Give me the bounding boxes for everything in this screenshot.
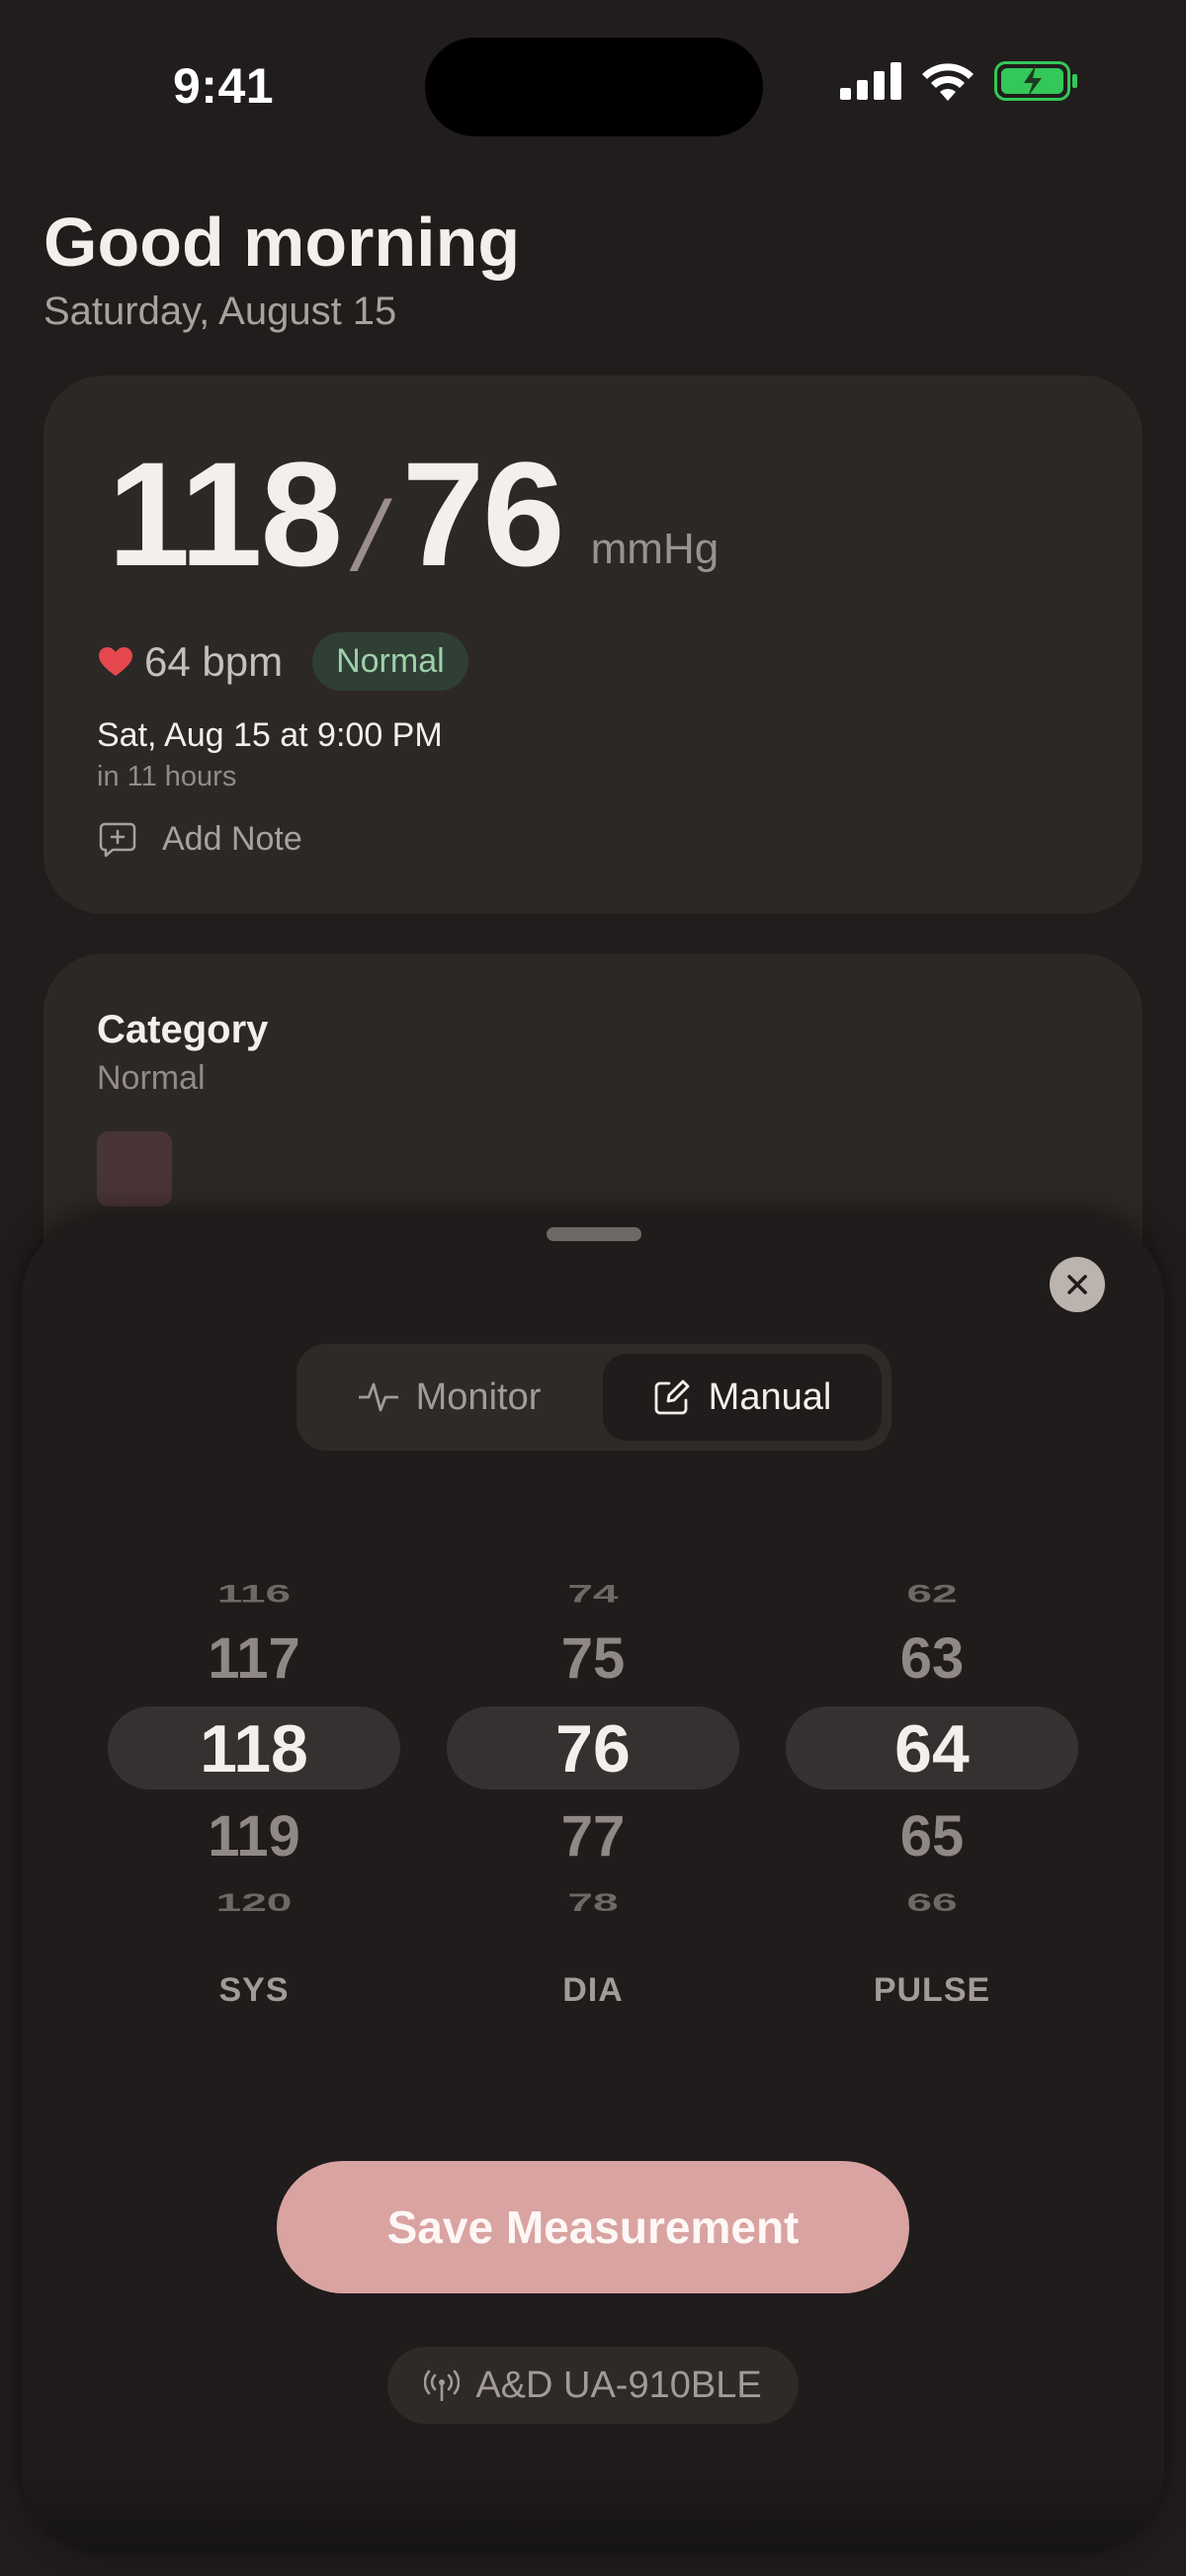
pulse-row: 64 bpm Normal	[99, 632, 468, 691]
dia-label: DIA	[562, 1971, 624, 2009]
status-badge: Normal	[312, 632, 468, 691]
add-note-button[interactable]: Add Note	[99, 820, 302, 859]
picker-value[interactable]: 117	[108, 1630, 400, 1688]
pulse-picker[interactable]: 62 63 64 65 66	[786, 1581, 1078, 1917]
device-pill[interactable]: A&D UA-910BLE	[387, 2347, 799, 2424]
category-value: Normal	[97, 1059, 206, 1097]
picker-selected-value[interactable]: 64	[786, 1715, 1078, 1783]
add-measurement-sheet: Monitor Manual 116 117 118 119 120 SYS 7…	[22, 1215, 1164, 2554]
sys-label: SYS	[218, 1971, 290, 2009]
picker-value[interactable]: 75	[447, 1630, 739, 1688]
tab-monitor[interactable]: Monitor	[306, 1354, 593, 1441]
status-icons	[840, 61, 1079, 101]
antenna-icon	[424, 2369, 461, 2401]
picker-selected-value[interactable]: 76	[447, 1715, 739, 1783]
sheet-grabber[interactable]	[547, 1227, 641, 1241]
mode-segmented-control: Monitor Manual	[296, 1344, 891, 1451]
picker-value[interactable]: 63	[786, 1630, 1078, 1688]
pulse-label: PULSE	[873, 1971, 991, 2009]
systolic-picker[interactable]: 116 117 118 119 120	[108, 1581, 400, 1917]
picker-value[interactable]: 66	[786, 1890, 1078, 1915]
picker-value[interactable]: 77	[447, 1808, 739, 1866]
picker-value[interactable]: 120	[108, 1890, 400, 1915]
heart-icon	[99, 646, 132, 676]
pulse-value: 64 bpm	[144, 637, 284, 685]
edit-icon	[654, 1379, 690, 1415]
latest-reading-card[interactable]: 118 / 76 mmHg 64 bpm Normal Sat, Aug 15 …	[43, 375, 1143, 914]
pressure-unit: mmHg	[590, 525, 720, 573]
greeting-title: Good morning	[43, 204, 521, 281]
add-note-icon	[99, 822, 136, 857]
dynamic-island	[425, 38, 763, 136]
device-name: A&D UA-910BLE	[475, 2364, 762, 2406]
picker-value[interactable]: 78	[447, 1890, 739, 1915]
category-title: Category	[97, 1008, 269, 1051]
tab-manual[interactable]: Manual	[603, 1354, 882, 1441]
picker-selected-value[interactable]: 118	[108, 1715, 400, 1783]
battery-charging-icon	[994, 61, 1077, 101]
reading-datetime: Sat, Aug 15 at 9:00 PM	[97, 716, 443, 754]
reading-slash: /	[345, 481, 396, 592]
picker-value[interactable]: 65	[786, 1808, 1078, 1866]
reading-relative-time: in 11 hours	[97, 761, 237, 792]
bp-reading: 118 / 76 mmHg	[108, 431, 720, 597]
picker-value[interactable]: 62	[786, 1581, 1078, 1606]
close-icon	[1067, 1275, 1087, 1294]
picker-value[interactable]: 74	[447, 1581, 739, 1606]
systolic-value: 118	[108, 431, 343, 597]
picker-value[interactable]: 116	[108, 1581, 400, 1606]
picker-value[interactable]: 119	[108, 1808, 400, 1866]
save-measurement-button[interactable]: Save Measurement	[277, 2161, 909, 2293]
tab-monitor-label: Monitor	[415, 1375, 542, 1418]
sheet-bottom-fade	[22, 2460, 1164, 2554]
date-subtitle: Saturday, August 15	[43, 290, 397, 333]
close-button[interactable]	[1050, 1257, 1105, 1312]
wifi-icon	[922, 63, 974, 101]
diastolic-picker[interactable]: 74 75 76 77 78	[447, 1581, 739, 1917]
waveform-icon	[358, 1382, 398, 1412]
signal-icon	[840, 62, 901, 100]
diastolic-value: 76	[401, 431, 565, 597]
add-note-label: Add Note	[162, 820, 302, 858]
status-time: 9:41	[173, 58, 275, 114]
tab-manual-label: Manual	[708, 1375, 832, 1418]
category-swatch	[97, 1131, 172, 1206]
